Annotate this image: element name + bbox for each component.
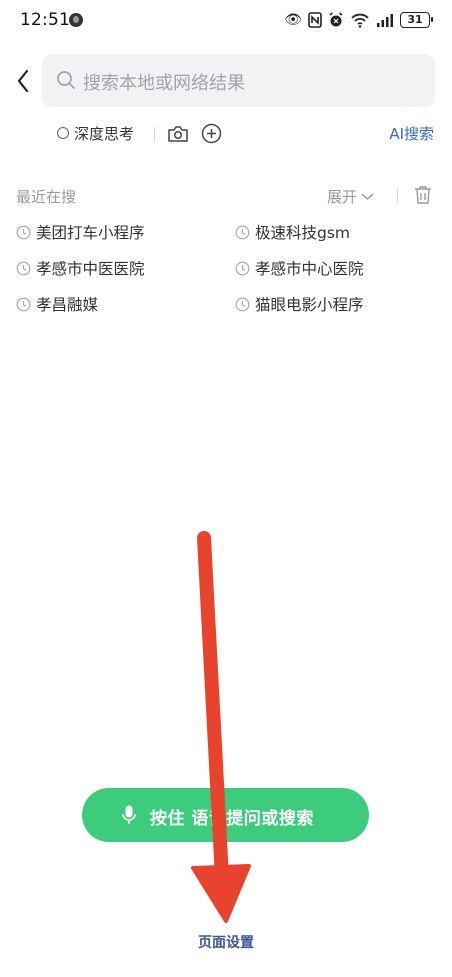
voice-search-label: 按住 语音提问或搜索 <box>150 809 314 829</box>
status-time: 12:51 <box>20 10 70 30</box>
camera-icon[interactable] <box>167 125 189 143</box>
clock-icon <box>235 297 250 311</box>
microphone-icon <box>122 805 136 824</box>
search-input[interactable]: 搜索本地或网络结果 <box>42 54 435 107</box>
divider <box>397 188 398 203</box>
recent-search-label: 孝昌融媒 <box>36 296 99 314</box>
deep-think-radio[interactable] <box>57 127 69 139</box>
alarm-icon <box>329 12 343 27</box>
clock-icon <box>16 261 31 275</box>
voice-search-button[interactable]: 按住 语音提问或搜索 <box>82 788 369 842</box>
notification-app-icon <box>69 13 83 27</box>
battery-icon: 31 <box>400 12 433 28</box>
recent-search-item[interactable]: 孝昌融媒 <box>16 292 98 316</box>
clock-icon <box>16 225 31 239</box>
recent-search-label: 猫眼电影小程序 <box>255 296 364 314</box>
status-icons: 👁 31 <box>284 11 433 29</box>
clock-icon <box>235 261 250 275</box>
deep-think-label[interactable]: 深度思考 <box>74 123 134 144</box>
status-bar: 12:51 👁 31 <box>0 0 452 44</box>
eye-icon: 👁 <box>284 12 302 28</box>
recent-search-item[interactable]: 猫眼电影小程序 <box>235 292 364 316</box>
divider <box>154 127 155 142</box>
search-placeholder: 搜索本地或网络结果 <box>83 73 245 94</box>
trash-icon[interactable] <box>414 185 432 205</box>
clock-icon <box>16 297 31 311</box>
clock-icon <box>235 225 250 239</box>
recent-search-label: 美团打车小程序 <box>36 224 145 242</box>
search-options-row: 深度思考 AI搜索 <box>0 122 452 148</box>
ai-search-link[interactable]: AI搜索 <box>389 123 434 144</box>
recent-search-item[interactable]: 孝感市中医医院 <box>16 256 145 280</box>
page-settings-link[interactable]: 页面设置 <box>0 932 452 952</box>
signal-icon <box>377 14 393 27</box>
chevron-down-icon <box>361 193 374 201</box>
search-icon <box>57 71 75 89</box>
recent-searches-title: 最近在搜 <box>16 188 77 206</box>
recent-search-label: 孝感市中医医院 <box>36 260 145 278</box>
recent-search-item[interactable]: 极速科技gsm <box>235 220 350 244</box>
wifi-icon <box>351 13 369 28</box>
recent-search-item[interactable]: 孝感市中心医院 <box>235 256 364 280</box>
add-circle-icon[interactable] <box>201 123 222 144</box>
nfc-icon <box>308 12 322 28</box>
expand-button[interactable]: 展开 <box>327 186 374 207</box>
recent-search-label: 极速科技gsm <box>255 224 351 242</box>
recent-search-item[interactable]: 美团打车小程序 <box>16 220 145 244</box>
back-arrow-icon[interactable] <box>12 66 36 96</box>
expand-label: 展开 <box>327 188 358 206</box>
recent-search-label: 孝感市中心医院 <box>255 260 364 278</box>
